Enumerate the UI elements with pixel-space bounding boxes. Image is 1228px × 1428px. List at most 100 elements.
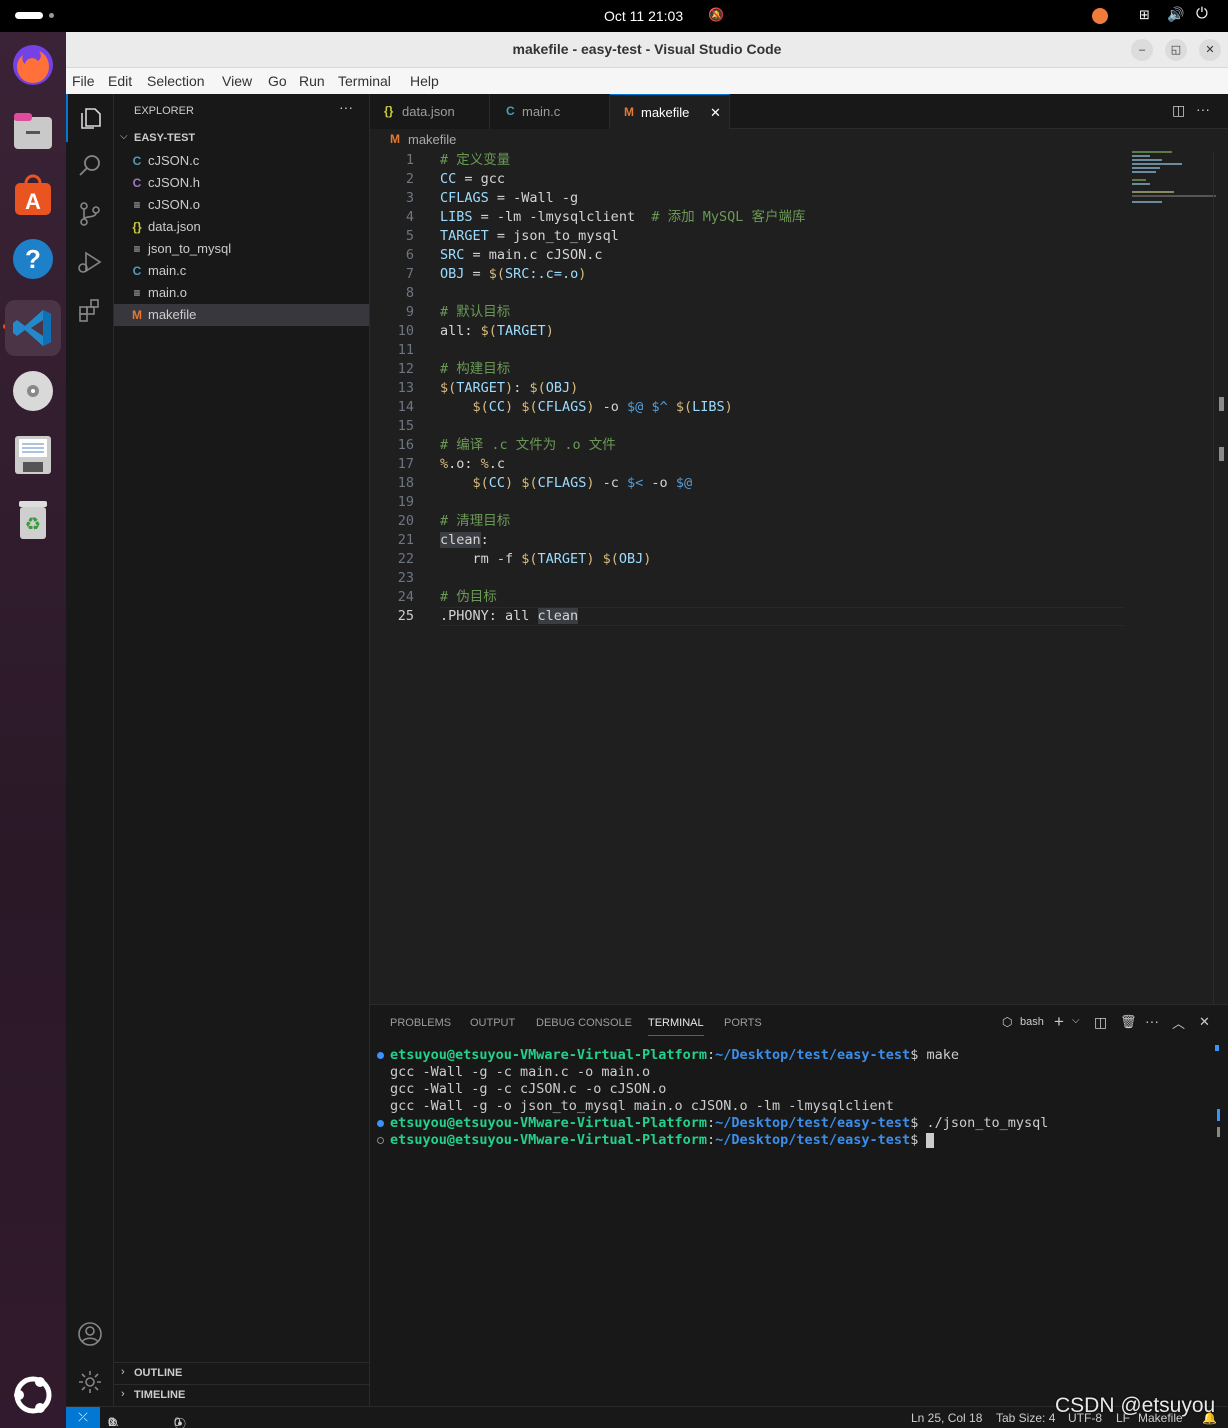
maximize-panel-icon[interactable]: ︿ bbox=[1172, 1013, 1185, 1032]
folder-header[interactable]: ⌵ EASY-TEST bbox=[114, 128, 369, 150]
accounts-icon[interactable] bbox=[66, 1310, 114, 1358]
terminal-line: etsuyou@etsuyou-VMware-Virtual-Platform:… bbox=[390, 1115, 1049, 1131]
editor-more-icon[interactable]: ··· bbox=[1196, 101, 1210, 117]
chevron-down-icon[interactable]: ⌵ bbox=[1072, 1015, 1080, 1026]
settings-gear-icon[interactable] bbox=[66, 1358, 114, 1406]
app-center-icon[interactable]: A bbox=[10, 172, 56, 218]
outline-section[interactable]: › OUTLINE bbox=[114, 1362, 369, 1384]
close-panel-icon[interactable]: ✕ bbox=[1199, 1014, 1210, 1030]
new-terminal-icon[interactable]: + bbox=[1054, 1012, 1064, 1032]
code-editor[interactable]: 1 # 定义变量 2 CC = gcc 3 CFLAGS = -Wall -g 4 LIBS … bbox=[370, 151, 1228, 1004]
line-number: 20 bbox=[397, 513, 414, 529]
line-number: 22 bbox=[397, 551, 414, 567]
vscode-icon[interactable] bbox=[5, 300, 61, 356]
chevron-down-icon: ⌵ bbox=[120, 131, 128, 142]
file-type-icon: ≡ bbox=[133, 242, 141, 256]
code-line: OBJ = $(SRC:.c=.o) bbox=[440, 266, 587, 282]
line-number: 24 bbox=[397, 589, 414, 605]
file-item[interactable]: Cmain.c bbox=[114, 260, 369, 282]
tab-output[interactable]: OUTPUT bbox=[470, 1017, 515, 1029]
clock[interactable]: Oct 11 21:03 bbox=[604, 8, 683, 24]
trash-icon[interactable]: ♻ bbox=[10, 496, 56, 542]
tab-makefile[interactable]: M makefile ✕ bbox=[610, 94, 730, 129]
line-number: 23 bbox=[397, 570, 414, 586]
menu-help[interactable]: Help bbox=[410, 73, 439, 89]
terminal-line: etsuyou@etsuyou-VMware-Virtual-Platform:… bbox=[390, 1047, 959, 1063]
menu-view[interactable]: View bbox=[222, 73, 252, 89]
terminal-shell-name[interactable]: bash bbox=[1020, 1016, 1044, 1028]
source-control-icon[interactable] bbox=[66, 190, 114, 238]
line-number: 21 bbox=[397, 532, 414, 548]
breadcrumb-file[interactable]: makefile bbox=[408, 132, 456, 147]
show-apps-icon[interactable] bbox=[10, 1372, 56, 1418]
breadcrumb[interactable]: M makefile bbox=[370, 129, 1228, 151]
tab-terminal[interactable]: TERMINAL bbox=[648, 1017, 704, 1036]
file-name: json_to_mysql bbox=[148, 241, 232, 256]
search-icon[interactable] bbox=[66, 142, 114, 190]
menu-run[interactable]: Run bbox=[299, 73, 325, 89]
file-type-icon: ≡ bbox=[133, 198, 141, 212]
network-icon[interactable]: ⊞ bbox=[1139, 7, 1150, 23]
json-file-icon: {} bbox=[384, 104, 394, 118]
menu-terminal[interactable]: Terminal bbox=[338, 73, 391, 89]
restore-icon[interactable]: ◱ bbox=[1165, 39, 1187, 61]
minimize-icon[interactable]: – bbox=[1131, 39, 1153, 61]
menu-selection[interactable]: Selection bbox=[147, 73, 205, 89]
file-name: cJSON.o bbox=[148, 197, 201, 212]
kill-terminal-icon[interactable]: 🗑 bbox=[1120, 1014, 1137, 1030]
optical-drive-icon[interactable] bbox=[10, 368, 56, 414]
extensions-icon[interactable] bbox=[66, 286, 114, 334]
tab-data-json[interactable]: {} data.json bbox=[370, 94, 490, 129]
power-icon[interactable]: ⏻ bbox=[1196, 5, 1208, 22]
close-tab-icon[interactable]: ✕ bbox=[710, 95, 721, 130]
timeline-section[interactable]: › TIMELINE bbox=[114, 1384, 369, 1406]
tab-size[interactable]: Tab Size: 4 bbox=[996, 1411, 1055, 1425]
tab-ports[interactable]: PORTS bbox=[724, 1017, 762, 1029]
code-line: # 编译 .c 文件为 .o 文件 bbox=[440, 437, 616, 453]
dock: A ? ♻ bbox=[0, 32, 66, 1428]
floppy-disk-icon[interactable] bbox=[10, 432, 56, 478]
tab-main-c[interactable]: C main.c bbox=[490, 94, 610, 129]
file-item[interactable]: ≡ json_to_mysql bbox=[114, 238, 369, 260]
more-actions-icon[interactable]: ··· bbox=[339, 99, 353, 115]
tab-problems[interactable]: PROBLEMS bbox=[390, 1017, 451, 1029]
split-editor-icon[interactable]: ◫ bbox=[1172, 102, 1185, 119]
minimap[interactable] bbox=[1130, 151, 1216, 211]
app-indicator-icon[interactable] bbox=[1092, 8, 1108, 24]
file-item[interactable]: ≡ cJSON.o bbox=[114, 194, 369, 216]
menu-file[interactable]: File bbox=[72, 73, 95, 89]
split-terminal-icon[interactable]: ◫ bbox=[1094, 1014, 1107, 1031]
line-number: 25 bbox=[397, 608, 414, 624]
run-debug-icon[interactable] bbox=[66, 238, 114, 286]
activities-indicator[interactable] bbox=[15, 12, 43, 19]
close-window-icon[interactable]: ✕ bbox=[1199, 39, 1221, 61]
explorer-icon[interactable] bbox=[66, 94, 114, 142]
outline-label: OUTLINE bbox=[134, 1367, 183, 1379]
volume-icon[interactable]: 🔊 bbox=[1167, 6, 1184, 23]
file-item[interactable]: ≡ main.o bbox=[114, 282, 369, 304]
file-item[interactable]: CcJSON.c bbox=[114, 150, 369, 172]
editor-scrollbar[interactable] bbox=[1213, 151, 1227, 1004]
help-icon[interactable]: ? bbox=[10, 236, 56, 282]
files-icon[interactable] bbox=[10, 108, 56, 154]
panel-more-icon[interactable]: ··· bbox=[1145, 1013, 1159, 1029]
line-number: 15 bbox=[397, 418, 414, 434]
terminal-scrollbar[interactable] bbox=[1215, 1045, 1219, 1051]
cursor-position[interactable]: Ln 25, Col 18 bbox=[911, 1411, 982, 1425]
remote-indicator[interactable]: ⤫ bbox=[66, 1407, 100, 1428]
line-number: 14 bbox=[397, 399, 414, 415]
code-line: CC = gcc bbox=[440, 171, 506, 187]
code-line: CFLAGS = -Wall -g bbox=[440, 190, 579, 206]
notifications-muted-icon: 🔕 bbox=[708, 7, 725, 22]
file-item[interactable]: Mmakefile bbox=[114, 304, 369, 326]
code-line: rm -f $(TARGET) $(OBJ) bbox=[440, 551, 652, 567]
firefox-icon[interactable] bbox=[10, 42, 56, 88]
file-item[interactable]: {} data.json bbox=[114, 216, 369, 238]
line-number: 6 bbox=[405, 247, 414, 263]
file-item[interactable]: CcJSON.h bbox=[114, 172, 369, 194]
menu-edit[interactable]: Edit bbox=[108, 73, 132, 89]
menu-go[interactable]: Go bbox=[268, 73, 287, 89]
tab-debug-console[interactable]: DEBUG CONSOLE bbox=[536, 1017, 632, 1029]
terminal-shell-icon: ⬡ bbox=[1002, 1015, 1013, 1029]
file-name: main.c bbox=[148, 263, 187, 278]
